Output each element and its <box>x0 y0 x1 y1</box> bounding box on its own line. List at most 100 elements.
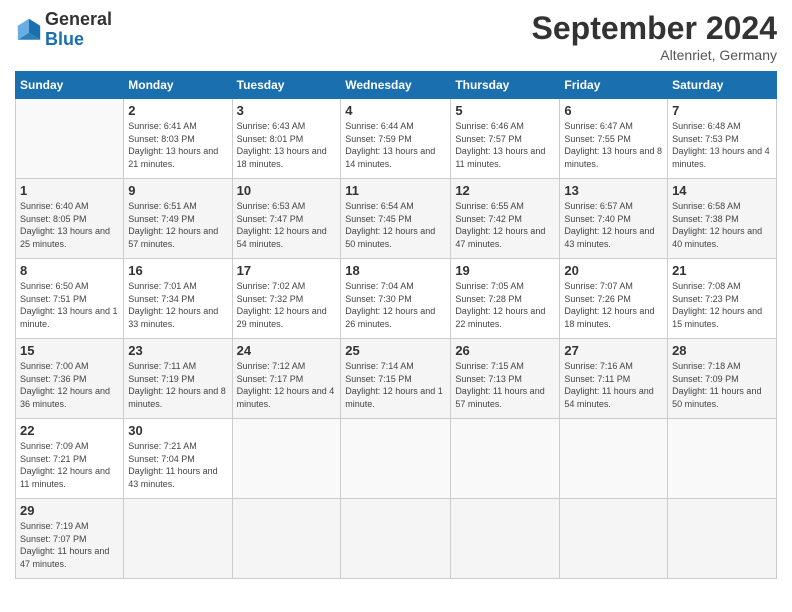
day-info: Sunrise: 6:41 AMSunset: 8:03 PMDaylight:… <box>128 120 227 170</box>
day-info: Sunrise: 7:21 AMSunset: 7:04 PMDaylight:… <box>128 440 227 490</box>
calendar-cell <box>451 499 560 579</box>
day-number: 18 <box>345 263 446 278</box>
day-number: 6 <box>564 103 663 118</box>
calendar-cell <box>232 419 341 499</box>
day-info: Sunrise: 6:44 AMSunset: 7:59 PMDaylight:… <box>345 120 446 170</box>
day-info: Sunrise: 7:01 AMSunset: 7:34 PMDaylight:… <box>128 280 227 330</box>
day-info: Sunrise: 6:47 AMSunset: 7:55 PMDaylight:… <box>564 120 663 170</box>
calendar-cell: 2 Sunrise: 6:41 AMSunset: 8:03 PMDaylight… <box>124 99 232 179</box>
day-info: Sunrise: 7:11 AMSunset: 7:19 PMDaylight:… <box>128 360 227 410</box>
day-number: 11 <box>345 183 446 198</box>
day-header-tuesday: Tuesday <box>232 72 341 99</box>
day-number: 17 <box>237 263 337 278</box>
day-number: 14 <box>672 183 772 198</box>
calendar-cell: 20 Sunrise: 7:07 AMSunset: 7:26 PMDayligh… <box>560 259 668 339</box>
calendar-cell <box>16 99 124 179</box>
day-header-saturday: Saturday <box>668 72 777 99</box>
day-number: 4 <box>345 103 446 118</box>
day-info: Sunrise: 7:15 AMSunset: 7:13 PMDaylight:… <box>455 360 555 410</box>
day-info: Sunrise: 6:57 AMSunset: 7:40 PMDaylight:… <box>564 200 663 250</box>
calendar-cell: 13Sunrise: 6:57 AMSunset: 7:40 PMDayligh… <box>560 179 668 259</box>
header: General Blue September 2024 Altenriet, G… <box>15 10 777 63</box>
day-info: Sunrise: 7:02 AMSunset: 7:32 PMDaylight:… <box>237 280 337 330</box>
day-number: 22 <box>20 423 119 438</box>
day-info: Sunrise: 6:46 AMSunset: 7:57 PMDaylight:… <box>455 120 555 170</box>
day-number: 25 <box>345 343 446 358</box>
day-info: Sunrise: 6:51 AMSunset: 7:49 PMDaylight:… <box>128 200 227 250</box>
day-number: 27 <box>564 343 663 358</box>
day-info: Sunrise: 7:08 AMSunset: 7:23 PMDaylight:… <box>672 280 772 330</box>
calendar-cell <box>232 499 341 579</box>
day-info: Sunrise: 7:07 AMSunset: 7:26 PMDaylight:… <box>564 280 663 330</box>
day-header-wednesday: Wednesday <box>341 72 451 99</box>
day-number: 9 <box>128 183 227 198</box>
calendar-cell: 27 Sunrise: 7:16 AMSunset: 7:11 PMDayligh… <box>560 339 668 419</box>
day-info: Sunrise: 6:50 AMSunset: 7:51 PMDaylight:… <box>20 280 119 330</box>
day-number: 30 <box>128 423 227 438</box>
calendar-cell: 5 Sunrise: 6:46 AMSunset: 7:57 PMDaylight… <box>451 99 560 179</box>
calendar-cell <box>124 499 232 579</box>
calendar-week-row: 2 Sunrise: 6:41 AMSunset: 8:03 PMDaylight… <box>16 99 777 179</box>
day-header-monday: Monday <box>124 72 232 99</box>
day-number: 2 <box>128 103 227 118</box>
day-number: 8 <box>20 263 119 278</box>
day-number: 7 <box>672 103 772 118</box>
calendar-week-row: 29Sunrise: 7:19 AMSunset: 7:07 PMDayligh… <box>16 499 777 579</box>
calendar-cell: 11Sunrise: 6:54 AMSunset: 7:45 PMDayligh… <box>341 179 451 259</box>
calendar-cell: 8 Sunrise: 6:50 AMSunset: 7:51 PMDaylight… <box>16 259 124 339</box>
calendar-cell <box>341 499 451 579</box>
day-number: 15 <box>20 343 119 358</box>
day-header-sunday: Sunday <box>16 72 124 99</box>
day-number: 26 <box>455 343 555 358</box>
calendar-cell: 19 Sunrise: 7:05 AMSunset: 7:28 PMDayligh… <box>451 259 560 339</box>
month-title: September 2024 <box>532 10 777 47</box>
calendar-cell: 21 Sunrise: 7:08 AMSunset: 7:23 PMDayligh… <box>668 259 777 339</box>
calendar-cell: 10Sunrise: 6:53 AMSunset: 7:47 PMDayligh… <box>232 179 341 259</box>
day-info: Sunrise: 6:43 AMSunset: 8:01 PMDaylight:… <box>237 120 337 170</box>
day-number: 28 <box>672 343 772 358</box>
calendar-cell: 7Sunrise: 6:48 AMSunset: 7:53 PMDaylight… <box>668 99 777 179</box>
day-info: Sunrise: 7:05 AMSunset: 7:28 PMDaylight:… <box>455 280 555 330</box>
calendar-cell: 28Sunrise: 7:18 AMSunset: 7:09 PMDayligh… <box>668 339 777 419</box>
calendar-cell <box>341 419 451 499</box>
location-subtitle: Altenriet, Germany <box>532 47 777 63</box>
calendar-cell: 17 Sunrise: 7:02 AMSunset: 7:32 PMDayligh… <box>232 259 341 339</box>
day-number: 5 <box>455 103 555 118</box>
day-number: 12 <box>455 183 555 198</box>
day-number: 10 <box>237 183 337 198</box>
day-number: 1 <box>20 183 119 198</box>
day-info: Sunrise: 6:55 AMSunset: 7:42 PMDaylight:… <box>455 200 555 250</box>
calendar-cell: 18Sunrise: 7:04 AMSunset: 7:30 PMDayligh… <box>341 259 451 339</box>
day-number: 29 <box>20 503 119 518</box>
calendar-week-row: 15 Sunrise: 7:00 AMSunset: 7:36 PMDayligh… <box>16 339 777 419</box>
title-area: September 2024 Altenriet, Germany <box>532 10 777 63</box>
calendar-cell: 25 Sunrise: 7:14 AMSunset: 7:15 PMDayligh… <box>341 339 451 419</box>
calendar-cell: 29Sunrise: 7:19 AMSunset: 7:07 PMDayligh… <box>16 499 124 579</box>
logo: General Blue <box>15 10 112 50</box>
calendar-cell: 14 Sunrise: 6:58 AMSunset: 7:38 PMDayligh… <box>668 179 777 259</box>
day-info: Sunrise: 7:16 AMSunset: 7:11 PMDaylight:… <box>564 360 663 410</box>
day-number: 20 <box>564 263 663 278</box>
calendar-cell <box>560 419 668 499</box>
day-number: 19 <box>455 263 555 278</box>
calendar-cell: 12 Sunrise: 6:55 AMSunset: 7:42 PMDayligh… <box>451 179 560 259</box>
calendar-body: 2 Sunrise: 6:41 AMSunset: 8:03 PMDaylight… <box>16 99 777 579</box>
calendar-week-row: 8 Sunrise: 6:50 AMSunset: 7:51 PMDaylight… <box>16 259 777 339</box>
day-number: 16 <box>128 263 227 278</box>
logo-icon <box>15 16 43 44</box>
day-info: Sunrise: 6:58 AMSunset: 7:38 PMDaylight:… <box>672 200 772 250</box>
calendar-cell: 6 Sunrise: 6:47 AMSunset: 7:55 PMDaylight… <box>560 99 668 179</box>
day-info: Sunrise: 7:00 AMSunset: 7:36 PMDaylight:… <box>20 360 119 410</box>
calendar-week-row: 1Sunrise: 6:40 AMSunset: 8:05 PMDaylight… <box>16 179 777 259</box>
day-number: 23 <box>128 343 227 358</box>
calendar-cell <box>451 419 560 499</box>
logo-line2: Blue <box>45 30 112 50</box>
calendar-cell: 4 Sunrise: 6:44 AMSunset: 7:59 PMDaylight… <box>341 99 451 179</box>
day-number: 21 <box>672 263 772 278</box>
calendar-week-row: 22 Sunrise: 7:09 AMSunset: 7:21 PMDayligh… <box>16 419 777 499</box>
main-container: General Blue September 2024 Altenriet, G… <box>0 0 792 589</box>
calendar-cell: 15 Sunrise: 7:00 AMSunset: 7:36 PMDayligh… <box>16 339 124 419</box>
day-info: Sunrise: 7:09 AMSunset: 7:21 PMDaylight:… <box>20 440 119 490</box>
day-info: Sunrise: 7:14 AMSunset: 7:15 PMDaylight:… <box>345 360 446 410</box>
day-info: Sunrise: 7:12 AMSunset: 7:17 PMDaylight:… <box>237 360 337 410</box>
